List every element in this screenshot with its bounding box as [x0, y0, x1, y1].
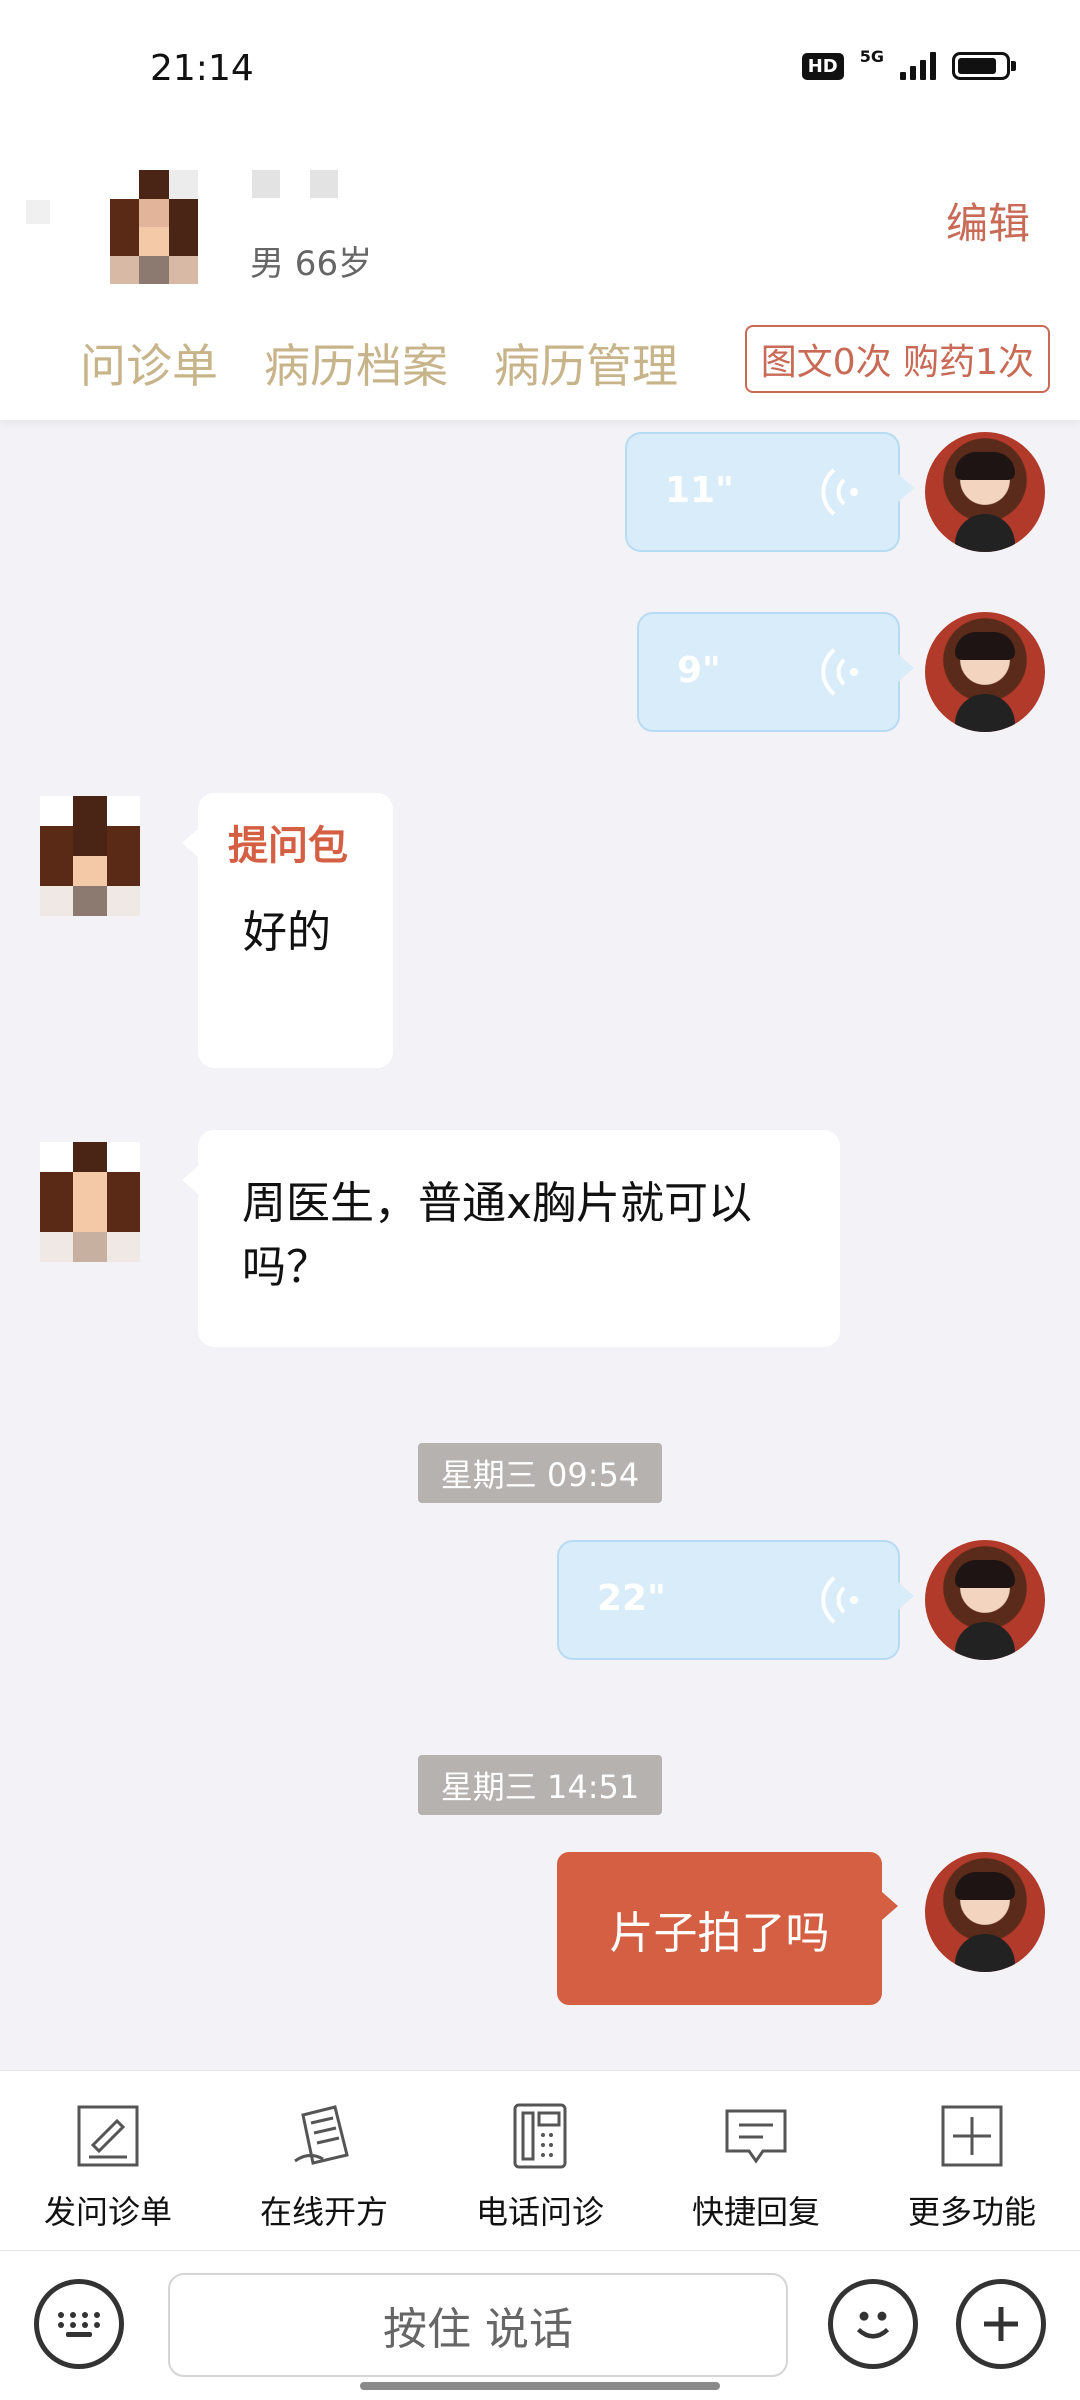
tab-medical-records[interactable]: 病历档案 [264, 330, 448, 396]
network-type: 5G [859, 46, 884, 66]
keyboard-toggle-button[interactable] [34, 2279, 124, 2369]
status-time: 21:14 [150, 48, 254, 89]
more-icon [941, 2105, 1003, 2167]
more-functions-button[interactable]: 更多功能 [864, 2071, 1080, 2250]
doctor-avatar[interactable] [925, 612, 1045, 732]
status-icons: HD 5G [801, 47, 1016, 80]
plus-button[interactable] [956, 2279, 1046, 2369]
timestamp: 星期三 09:54 [418, 1443, 662, 1503]
message-text: 好的 [243, 907, 331, 958]
plus-icon [984, 2307, 1018, 2341]
voice-message[interactable]: 11" [625, 432, 914, 552]
quick-reply-button[interactable]: 快捷回复 [648, 2071, 864, 2250]
question-pack-tag: 提问包 [228, 823, 348, 869]
function-label: 快捷回复 [691, 2193, 820, 2231]
status-bar: 21:14 HD 5G [0, 0, 1080, 140]
patient-name-blurred [252, 170, 280, 198]
home-indicator[interactable] [360, 2382, 720, 2390]
send-consult-form-button[interactable]: 发问诊单 [0, 2071, 216, 2250]
timestamp: 星期三 14:51 [418, 1755, 662, 1815]
function-label: 电话问诊 [475, 2193, 604, 2231]
input-bar: 按住 说话 [0, 2250, 1080, 2400]
phone-consult-button[interactable]: 电话问诊 [432, 2071, 648, 2250]
voice-wave-icon [821, 468, 858, 516]
phone-icon [513, 2103, 567, 2169]
voice-message[interactable]: 22" [557, 1540, 914, 1660]
patient-header: 男 66岁 编辑 问诊单 病历档案 病历管理 图文0次 购药1次 [0, 140, 1080, 420]
doctor-avatar[interactable] [925, 1852, 1045, 1972]
patient-avatar[interactable] [110, 170, 198, 284]
keyboard-icon [58, 2312, 100, 2337]
emoji-button[interactable] [828, 2279, 918, 2369]
voice-duration: 11" [665, 470, 734, 511]
signal-icon [900, 52, 936, 80]
function-label: 发问诊单 [43, 2193, 172, 2231]
battery-icon [952, 52, 1016, 80]
patient-avatar[interactable] [40, 1142, 140, 1262]
doctor-message-bubble[interactable]: 片子拍了吗 [557, 1852, 898, 2005]
back-icon[interactable] [26, 200, 50, 224]
edit-button[interactable]: 编辑 [946, 190, 1030, 251]
doctor-avatar[interactable] [925, 432, 1045, 552]
patient-avatar[interactable] [40, 796, 140, 916]
function-label: 更多功能 [907, 2193, 1036, 2231]
online-prescription-button[interactable]: 在线开方 [216, 2071, 432, 2250]
hold-to-talk-button[interactable]: 按住 说话 [168, 2273, 788, 2377]
service-quota-badge[interactable]: 图文0次 购药1次 [744, 325, 1050, 393]
header-tabs: 问诊单 病历档案 病历管理 [80, 330, 678, 396]
patient-message-bubble[interactable]: 提问包 好的 [182, 793, 393, 1068]
form-icon [77, 2105, 139, 2167]
voice-wave-icon [821, 1576, 858, 1624]
voice-duration: 9" [677, 650, 721, 691]
function-bar: 发问诊单 在线开方 电话问诊 快捷回复 更多功能 [0, 2070, 1080, 2250]
patient-message-bubble[interactable]: 周医生，普通x胸片就可以吗？ [182, 1130, 840, 1347]
doctor-avatar[interactable] [925, 1540, 1045, 1660]
tab-record-management[interactable]: 病历管理 [494, 330, 678, 396]
function-label: 在线开方 [259, 2193, 388, 2231]
prescription-icon [294, 2105, 349, 2165]
patient-info: 男 66岁 [250, 244, 373, 284]
tab-consult-form[interactable]: 问诊单 [80, 330, 218, 396]
voice-wave-icon [821, 648, 858, 696]
quick-reply-icon [725, 2109, 787, 2164]
smiley-icon [856, 2311, 890, 2339]
voice-message[interactable]: 9" [637, 612, 914, 732]
hd-icon: HD [801, 52, 844, 80]
patient-name-blurred [310, 170, 338, 198]
message-text: 片子拍了吗 [609, 1907, 830, 1959]
voice-duration: 22" [597, 1578, 666, 1619]
message-text: 周医生，普通x胸片就可以吗？ [242, 1178, 753, 1293]
